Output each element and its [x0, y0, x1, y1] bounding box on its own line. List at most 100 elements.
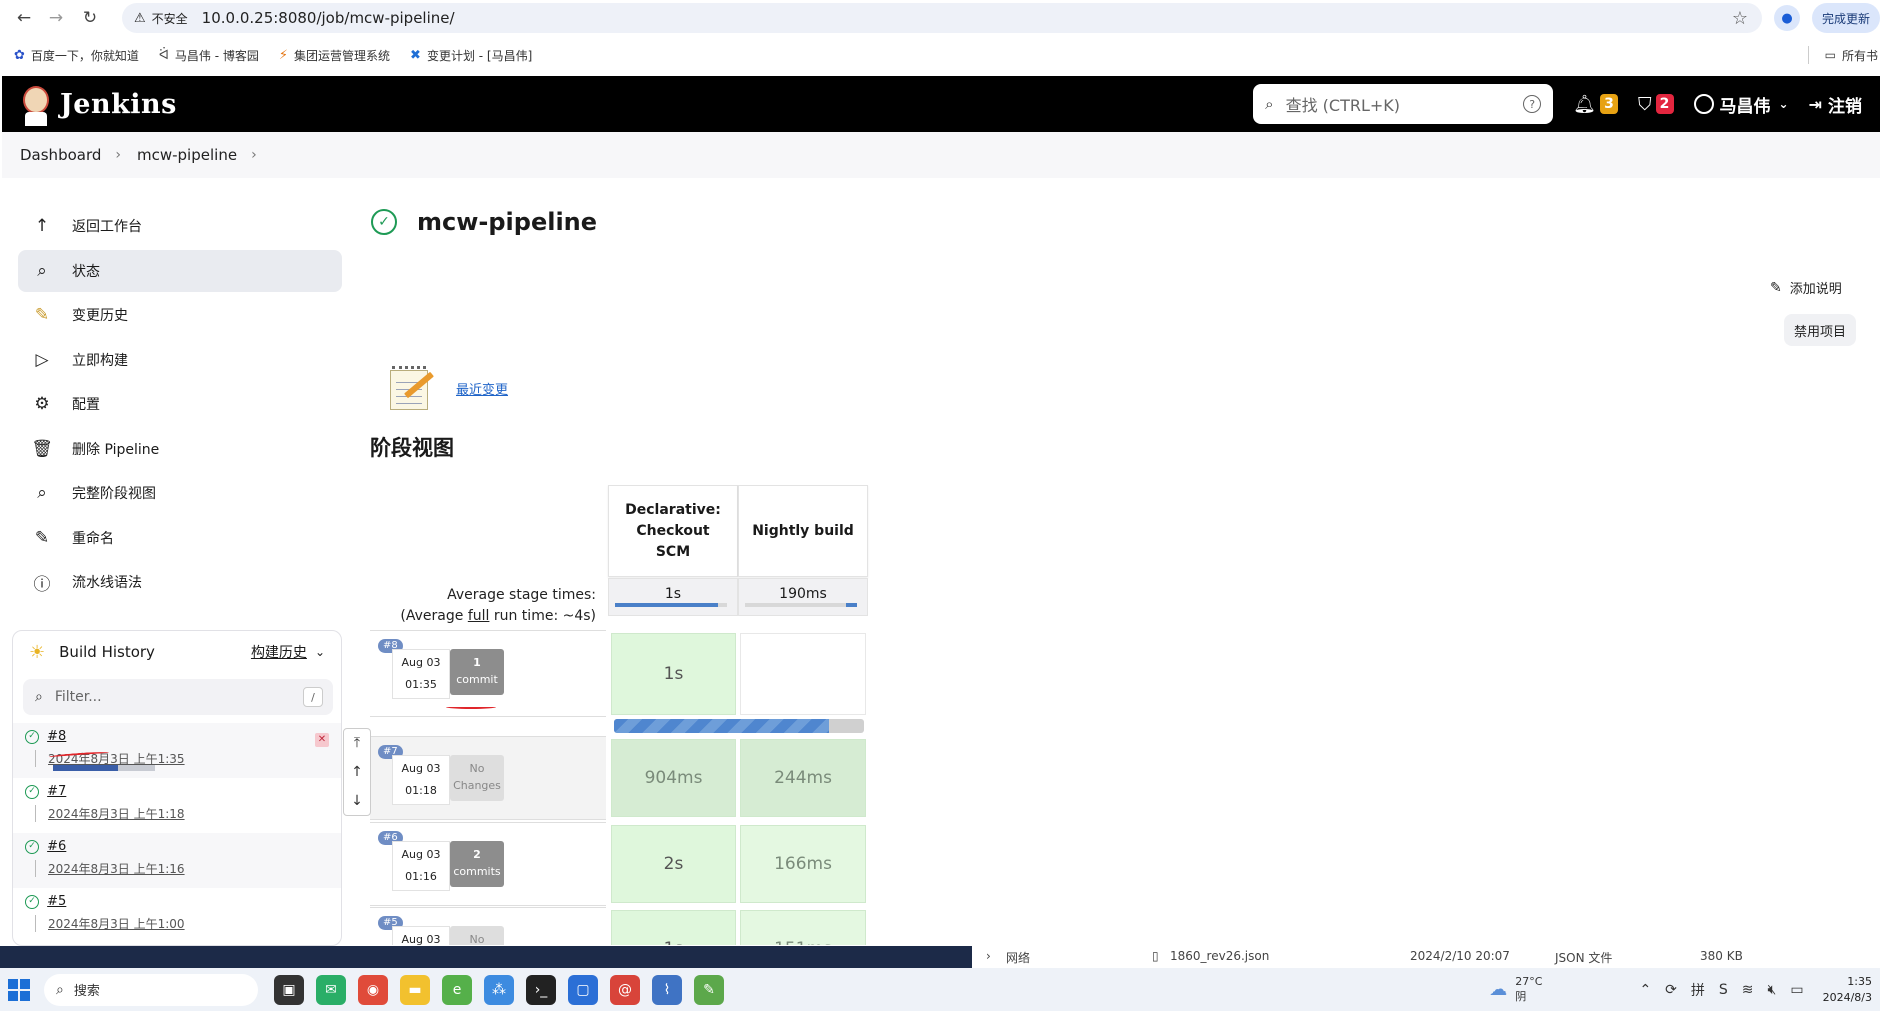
build-filter-input[interactable]: ⌕ Filter... /	[23, 679, 333, 715]
chevron-down-icon[interactable]: ⌄	[315, 645, 325, 659]
scroll-down-icon[interactable]: ↓	[351, 793, 363, 809]
build-timestamp[interactable]: 2024年8月3日 上午1:00	[35, 915, 341, 932]
stage-run-row[interactable]: #8 Aug 03 01:35 1 commit	[370, 630, 606, 717]
url-text[interactable]: 10.0.0.25:8080/job/mcw-pipeline/	[202, 9, 455, 27]
build-row[interactable]: ✓ #7 2024年8月3日 上午1:18	[13, 778, 341, 833]
jenkins-logo[interactable]	[20, 82, 52, 126]
bookmark-cnblogs[interactable]: ᐛ 马昌伟 - 博客园	[159, 47, 259, 64]
all-bookmarks[interactable]: ▭ 所有书	[1807, 46, 1878, 64]
battery-icon[interactable]: ▭	[1790, 982, 1803, 998]
browser-icon[interactable]: e	[442, 974, 472, 1005]
stage-cell[interactable]: 1s	[611, 910, 736, 945]
sidebar-item-configure[interactable]: ⚙ 配置	[18, 383, 342, 425]
stage-cell[interactable]: 2s	[611, 825, 736, 903]
sidebar-item-build-now[interactable]: ▷ 立即构建	[18, 339, 342, 381]
build-timestamp[interactable]: 2024年8月3日 上午1:18	[35, 805, 341, 822]
disable-project-button[interactable]: 禁用项目	[1784, 314, 1857, 346]
search-input[interactable]: ⌕ 查找 (CTRL+K) ?	[1253, 84, 1554, 124]
build-row[interactable]: ✓ #6 2024年8月3日 上午1:16	[13, 833, 341, 888]
notifications-button[interactable]: 🔔︎ 3	[1573, 94, 1619, 115]
sidebar-item-status[interactable]: ⌕ 状态	[18, 249, 342, 292]
update-button[interactable]: 完成更新	[1811, 3, 1880, 33]
bookmark-baidu[interactable]: ✿ 百度一下，你就知道	[14, 47, 139, 64]
sidebar-item-back-dashboard[interactable]: ↑ 返回工作台	[18, 205, 342, 247]
sidebar-item-changes[interactable]: ✎ 变更历史	[18, 294, 342, 336]
build-number[interactable]: #5	[47, 894, 66, 909]
snail-icon[interactable]: @	[610, 974, 640, 1005]
success-icon: ✓	[25, 894, 39, 909]
help-icon[interactable]: ?	[1523, 95, 1542, 113]
taskbar-search[interactable]: ⌕ 搜索	[44, 973, 258, 1006]
weather-widget[interactable]: ☁ 27°C 阴	[1489, 975, 1542, 1004]
stage-cell[interactable]: 151ms	[740, 910, 866, 945]
network-app-icon[interactable]: ⁂	[484, 974, 514, 1005]
app-tray-icon[interactable]: S	[1719, 982, 1728, 998]
volume-muted-icon[interactable]: 🔇︎	[1768, 982, 1777, 998]
stage-cell[interactable]: 244ms	[740, 739, 866, 817]
vm-icon[interactable]: ▢	[568, 974, 598, 1005]
recent-changes-link[interactable]: 最近变更	[456, 379, 508, 398]
add-description-link[interactable]: ✎ 添加说明	[1770, 278, 1842, 298]
bookmark-star-icon[interactable]: ☆	[1732, 8, 1748, 29]
ime-icon[interactable]: 拼	[1691, 980, 1705, 1000]
security-button[interactable]: ⛉ 2	[1638, 94, 1674, 115]
address-bar[interactable]: ⚠ 不安全 10.0.0.25:8080/job/mcw-pipeline/ ☆	[122, 3, 1762, 33]
bookmark-ops-system[interactable]: ⚡ 集团运营管理系统	[279, 47, 390, 64]
build-number[interactable]: #6	[47, 839, 66, 854]
stage-cell[interactable]: 166ms	[740, 825, 866, 903]
stage-cell[interactable]: 904ms	[611, 739, 736, 817]
reload-button[interactable]: ↻	[76, 4, 104, 32]
chevron-right-icon[interactable]: ›	[251, 147, 257, 163]
back-button[interactable]: ←	[10, 4, 38, 32]
stage-view: Declarative: Checkout SCM Nightly build …	[370, 485, 870, 945]
filter-placeholder: Filter...	[54, 689, 102, 705]
task-view-icon[interactable]: ▣	[274, 974, 304, 1005]
wechat-icon[interactable]: ✉	[316, 974, 346, 1005]
folder-icon[interactable]: ▬	[400, 974, 430, 1005]
sidebar-item-full-stage-view[interactable]: ⌕ 完整阶段视图	[18, 472, 342, 514]
bookmark-change-plan[interactable]: ✖ 变更计划 - [马昌伟]	[410, 47, 532, 64]
scroll-up-icon[interactable]: ↑	[351, 764, 363, 780]
jenkins-brand[interactable]: Jenkins	[60, 89, 177, 120]
terminal-icon[interactable]: ›_	[526, 974, 556, 1005]
build-trend-link[interactable]: 构建历史	[251, 642, 307, 662]
stage-cell[interactable]: 1s	[611, 633, 736, 715]
paint-icon[interactable]: ✎	[694, 974, 724, 1005]
taskbar-clock[interactable]: 1:35 2024/8/3	[1823, 974, 1872, 1006]
scroll-top-icon[interactable]: ⤒	[354, 735, 360, 751]
build-row[interactable]: ✓ #5 2024年8月3日 上午1:00	[13, 888, 341, 943]
run-commits[interactable]: 1 commit	[450, 649, 504, 695]
explorer-file-name[interactable]: 1860_rev26.json	[1170, 949, 1269, 963]
profile-avatar[interactable]: ●	[1773, 5, 1800, 31]
windows-start-icon[interactable]	[8, 978, 30, 1001]
explorer-dark-panel	[0, 946, 972, 968]
stage-run-row[interactable]: #7 Aug 03 01:18 No Changes	[370, 736, 606, 820]
chevron-down-icon[interactable]: ⌄	[1779, 97, 1789, 111]
side-panel: ↑ 返回工作台 ⌕ 状态 ✎ 变更历史 ▷ 立即构建 ⚙ 配置 🗑︎ 删除 Pi…	[18, 205, 342, 606]
logout-button[interactable]: ⇥ 注销	[1809, 92, 1862, 117]
forward-button[interactable]: →	[42, 4, 70, 32]
chrome-icon[interactable]: ◉	[358, 974, 388, 1005]
stage-run-row[interactable]: #6 Aug 03 01:16 2 commits	[370, 822, 606, 906]
sidebar-item-delete[interactable]: 🗑︎ 删除 Pipeline	[18, 428, 342, 470]
run-commits[interactable]: 2 commits	[450, 841, 504, 887]
build-number[interactable]: #8	[47, 729, 66, 744]
sidebar-item-pipeline-syntax[interactable]: ⓘ 流水线语法	[18, 561, 342, 603]
breadcrumb-job[interactable]: mcw-pipeline	[137, 146, 237, 164]
annotation-mark	[446, 705, 496, 709]
user-menu[interactable]: 马昌伟 ⌄	[1693, 92, 1789, 117]
wifi-icon[interactable]: ≋	[1742, 982, 1754, 998]
build-timestamp[interactable]: 2024年8月3日 上午1:16	[35, 860, 341, 877]
sync-icon[interactable]: ⟳	[1665, 982, 1677, 998]
sidebar-item-rename[interactable]: ✎ 重命名	[18, 517, 342, 559]
explorer-tree-item[interactable]: 网络	[1006, 949, 1030, 966]
cancel-build-icon[interactable]: ✕	[315, 733, 329, 747]
build-row[interactable]: ✓ #8 2024年8月3日 上午1:35 ✕	[13, 723, 341, 778]
chevron-up-icon[interactable]: ⌃	[1639, 982, 1651, 998]
chart-app-icon[interactable]: ⌇	[652, 974, 682, 1005]
warning-icon: ⚠	[134, 10, 146, 26]
build-number[interactable]: #7	[47, 784, 66, 799]
stage-avg-checkout: 1s	[608, 578, 738, 616]
stage-run-row[interactable]: #5 Aug 03 No	[370, 907, 606, 945]
breadcrumb-dashboard[interactable]: Dashboard	[20, 146, 101, 164]
